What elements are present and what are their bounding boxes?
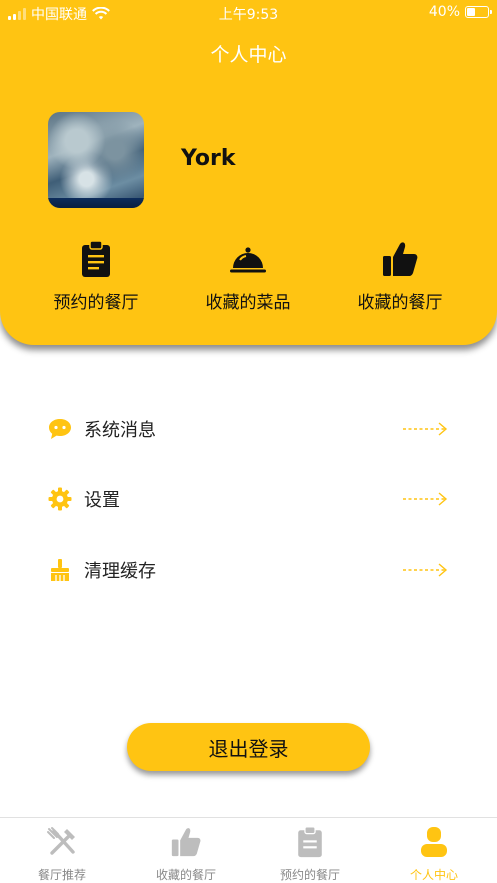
menu-item-settings[interactable]: 设置	[48, 484, 448, 514]
dish-cloche-icon	[230, 247, 266, 273]
arrow-right-icon	[403, 422, 448, 436]
logout-button[interactable]: 退出登录	[127, 723, 370, 771]
thumbs-up-icon	[171, 828, 201, 857]
menu-item-system-messages[interactable]: 系统消息	[48, 414, 448, 444]
tab-label: 预约的餐厅	[279, 868, 340, 882]
tab-restaurant-recommendations[interactable]: 餐厅推荐	[0, 826, 124, 883]
clock: 上午9:53	[218, 7, 279, 23]
tab-favorite-restaurants[interactable]: 收藏的餐厅	[124, 826, 248, 883]
tab-label: 个人中心	[409, 868, 458, 882]
clipboard-icon	[298, 826, 322, 858]
page-title: 个人中心	[210, 44, 287, 66]
arrow-right-icon	[403, 492, 448, 506]
menu-item-label: 系统消息	[84, 420, 156, 441]
favorite-restaurants-button[interactable]: 收藏的餐厅	[330, 240, 470, 313]
clipboard-icon	[82, 240, 110, 277]
chat-bubble-icon	[48, 417, 72, 441]
tab-profile[interactable]: 个人中心	[372, 826, 496, 883]
arrow-right-icon	[403, 563, 448, 577]
avatar[interactable]	[48, 112, 144, 208]
tab-label: 收藏的餐厅	[155, 868, 216, 882]
tab-label: 餐厅推荐	[37, 868, 86, 882]
menu-item-label: 清理缓存	[84, 561, 156, 582]
quick-action-label: 收藏的餐厅	[357, 293, 443, 313]
tab-reserved-restaurants[interactable]: 预约的餐厅	[248, 826, 372, 883]
reserved-restaurants-button[interactable]: 预约的餐厅	[26, 240, 166, 313]
broom-icon	[48, 558, 72, 582]
quick-action-label: 收藏的菜品	[205, 293, 291, 313]
quick-action-label: 预约的餐厅	[53, 293, 139, 313]
battery-percent: 40%	[428, 4, 460, 20]
menu-item-label: 设置	[84, 490, 120, 511]
person-icon	[421, 827, 447, 857]
fork-knife-icon	[47, 827, 75, 855]
tab-bar: 餐厅推荐 收藏的餐厅 预约的餐厅 个人中心	[0, 817, 497, 883]
status-bar: 中国联通 上午9:53 40%	[0, 0, 497, 26]
battery-icon	[465, 6, 492, 18]
gear-icon	[48, 487, 72, 511]
favorite-dishes-button[interactable]: 收藏的菜品	[178, 240, 318, 313]
username: York	[181, 146, 236, 171]
thumbs-up-icon	[383, 242, 418, 276]
menu-item-clear-cache[interactable]: 清理缓存	[48, 555, 448, 585]
profile-header: 中国联通 上午9:53 40% 个人中心 York 预约的餐厅 收藏的菜品 收藏…	[0, 0, 497, 345]
